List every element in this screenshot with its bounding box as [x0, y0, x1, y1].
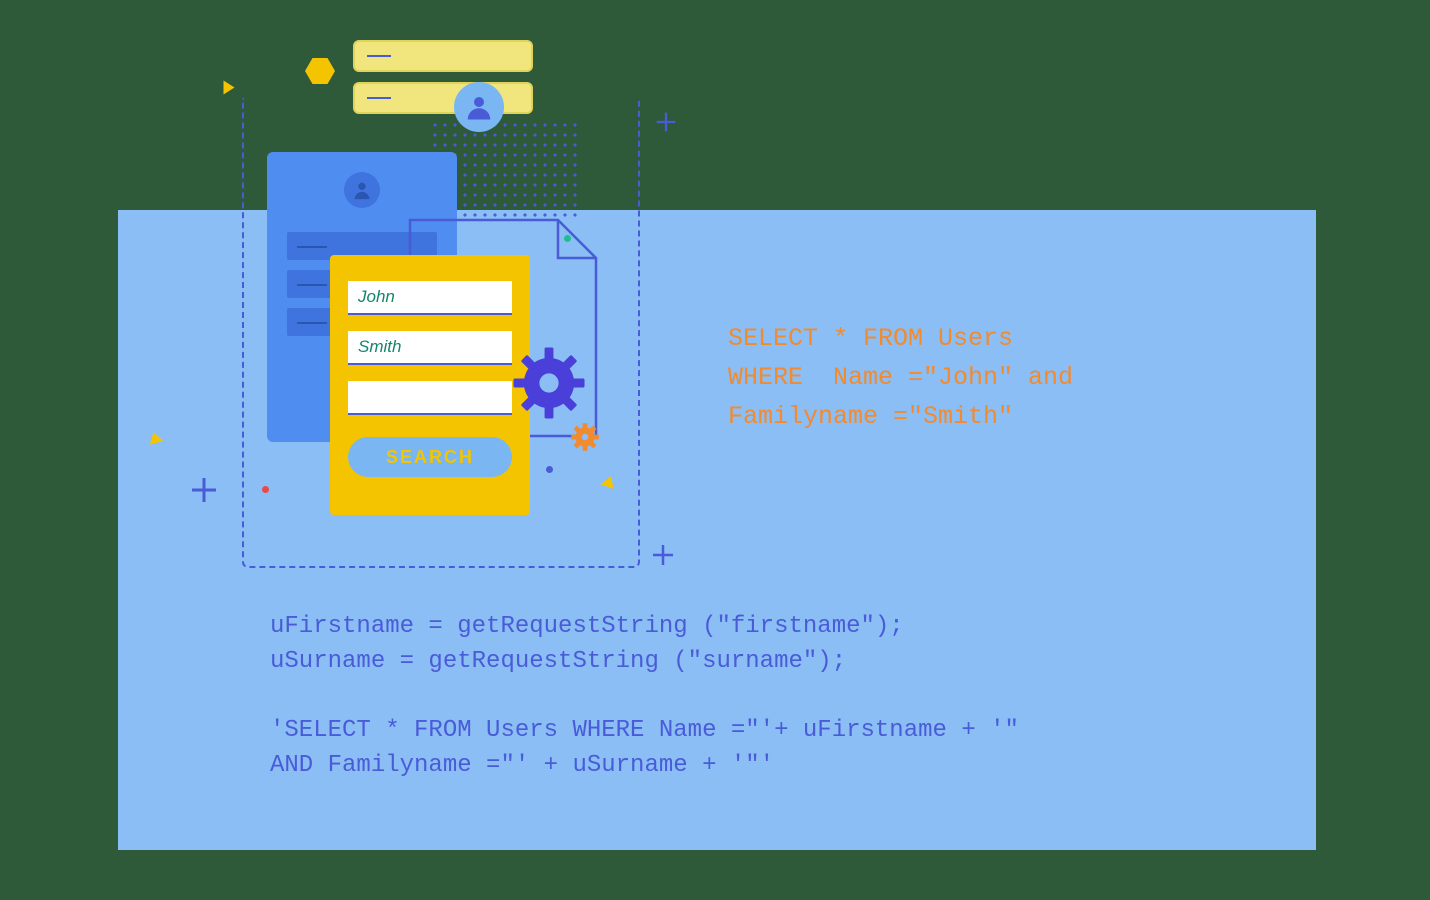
sql-line: Familyname ="Smith" [728, 402, 1013, 431]
plus-icon [186, 472, 222, 508]
search-button[interactable]: SEARCH [348, 437, 512, 477]
list-pills-decoration [353, 40, 533, 124]
hexagon-icon [305, 58, 335, 84]
code-line: uSurname = getRequestString ("surname"); [270, 648, 846, 675]
plus-icon [648, 540, 678, 570]
small-gear-icon [570, 422, 600, 452]
sql-query-display: SELECT * FROM Users WHERE Name ="John" a… [728, 320, 1073, 436]
dot-decoration [564, 235, 571, 242]
pill [353, 40, 533, 72]
sql-line: SELECT * FROM Users [728, 324, 1013, 353]
gear-icon [512, 346, 586, 420]
pill [353, 82, 533, 114]
mobile-avatar-icon [344, 172, 380, 208]
triangle-decoration [224, 81, 235, 95]
code-line: AND Familyname ="' + uSurname + '"' [270, 752, 774, 779]
code-line: 'SELECT * FROM Users WHERE Name ="'+ uFi… [270, 717, 1019, 744]
blank-field[interactable] [348, 381, 512, 415]
dot-decoration [262, 486, 269, 493]
search-form-card: John Smith SEARCH [330, 255, 530, 515]
firstname-field[interactable]: John [348, 281, 512, 315]
dot-decoration [546, 466, 553, 473]
user-avatar-icon [454, 82, 504, 132]
plus-icon [652, 108, 680, 136]
code-snippet-display: uFirstname = getRequestString ("firstnam… [270, 610, 1019, 784]
code-line: uFirstname = getRequestString ("firstnam… [270, 613, 904, 640]
sql-line: WHERE Name ="John" and [728, 363, 1073, 392]
surname-field[interactable]: Smith [348, 331, 512, 365]
